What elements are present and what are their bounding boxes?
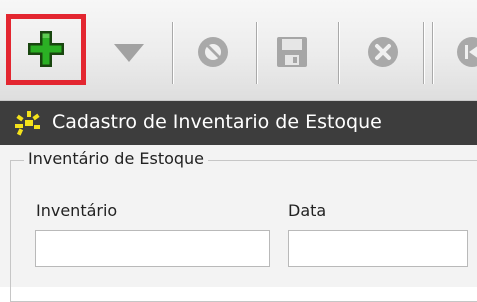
cancel-button[interactable] [180, 14, 250, 86]
toolbar [0, 0, 477, 101]
delete-button[interactable] [344, 14, 416, 86]
toolbar-separator [172, 22, 174, 84]
delete-icon [368, 37, 398, 67]
window-title: Cadastro de Inventario de Estoque [52, 111, 382, 133]
save-icon [277, 37, 307, 67]
inventario-field[interactable] [35, 230, 270, 267]
inventario-label: Inventário [36, 201, 118, 220]
sparkle-icon [15, 111, 40, 136]
first-record-icon [457, 37, 477, 67]
toolbar-separator [256, 22, 258, 84]
group-title: Inventário de Estoque [24, 149, 209, 168]
dropdown-arrow-icon [114, 44, 144, 62]
data-label: Data [288, 201, 327, 220]
toolbar-separator [338, 22, 340, 84]
window-title-bar: Cadastro de Inventario de Estoque [0, 101, 477, 145]
data-field[interactable] [288, 230, 468, 267]
save-button[interactable] [262, 14, 328, 86]
highlight-frame [6, 14, 86, 85]
cancel-icon [198, 37, 228, 67]
first-record-button[interactable] [440, 14, 477, 86]
toolbar-separator [423, 22, 425, 84]
dropdown-button[interactable] [104, 14, 152, 86]
form-panel: Inventário de Estoque Inventário Data [0, 145, 477, 302]
toolbar-separator [432, 22, 434, 84]
